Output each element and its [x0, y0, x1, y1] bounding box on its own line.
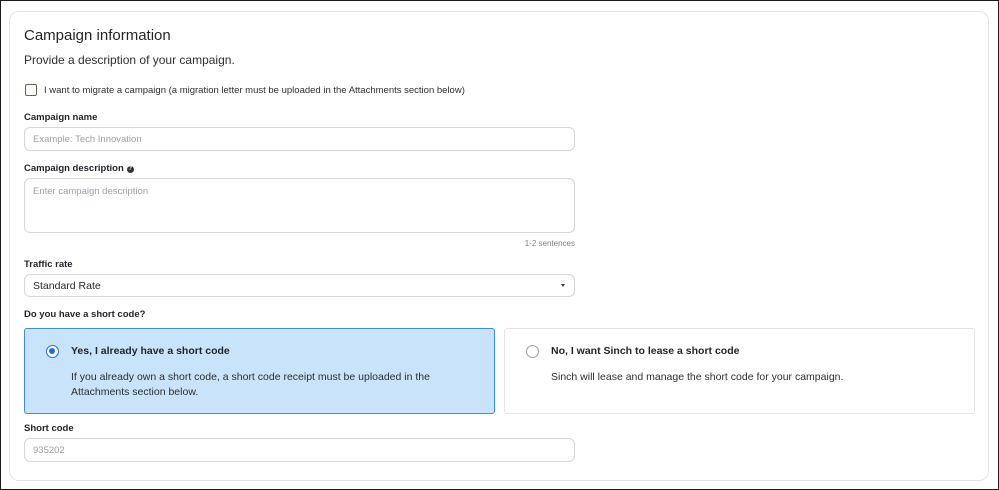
campaign-description-label: Campaign description: [24, 163, 124, 174]
traffic-rate-label: Traffic rate: [24, 259, 73, 270]
short-code-option-yes[interactable]: Yes, I already have a short code If you …: [24, 328, 495, 414]
option-no-description: Sinch will lease and manage the short co…: [551, 371, 844, 383]
migrate-campaign-label: I want to migrate a campaign (a migratio…: [44, 84, 465, 96]
campaign-description-hint: 1-2 sentences: [524, 239, 575, 248]
campaign-description-placeholder: Enter campaign description: [33, 186, 149, 197]
section-subtitle: Provide a description of your campaign.: [24, 53, 235, 67]
short-code-input[interactable]: 935202: [24, 438, 575, 462]
short-code-label: Short code: [24, 423, 74, 434]
campaign-name-input[interactable]: Example: Tech Innovation: [24, 127, 575, 151]
migrate-campaign-row[interactable]: I want to migrate a campaign (a migratio…: [25, 83, 465, 97]
campaign-description-label-row: Campaign description?: [24, 163, 134, 174]
radio-selected-icon[interactable]: [46, 345, 59, 358]
short-code-placeholder: 935202: [33, 444, 65, 456]
radio-unselected-icon[interactable]: [526, 345, 539, 358]
question-circle-icon[interactable]: ?: [126, 166, 134, 173]
option-yes-title: Yes, I already have a short code: [71, 345, 230, 357]
campaign-name-placeholder: Example: Tech Innovation: [33, 133, 142, 145]
traffic-rate-value: Standard Rate: [33, 279, 101, 292]
option-no-title: No, I want Sinch to lease a short code: [551, 345, 740, 357]
short-code-question-label: Do you have a short code?: [24, 309, 146, 320]
campaign-name-label: Campaign name: [24, 112, 98, 123]
option-yes-description: If you already own a short code, a short…: [71, 371, 430, 398]
section-title: Campaign information: [24, 27, 171, 44]
campaign-description-textarea[interactable]: Enter campaign description: [24, 178, 575, 233]
traffic-rate-select[interactable]: Standard Rate: [24, 274, 575, 297]
campaign-information-card: Campaign information Provide a descripti…: [9, 11, 989, 481]
short-code-option-no[interactable]: No, I want Sinch to lease a short code S…: [504, 328, 975, 414]
caret-down-icon: [561, 284, 565, 287]
migrate-campaign-checkbox[interactable]: [25, 84, 37, 96]
